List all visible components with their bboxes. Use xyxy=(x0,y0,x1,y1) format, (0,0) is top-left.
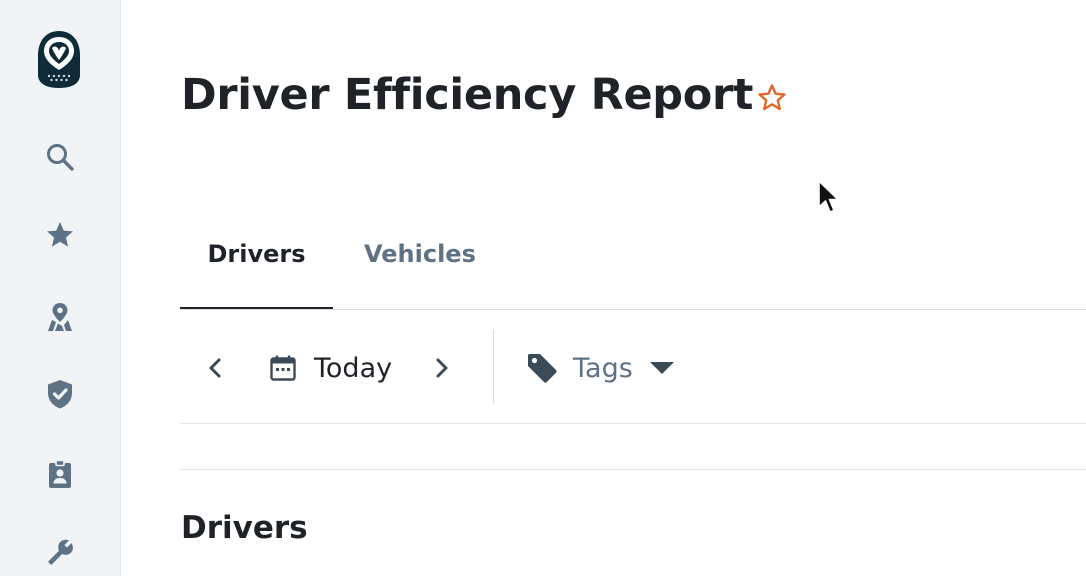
filter-toolbar: Today Tags xyxy=(180,310,1086,424)
tag-icon xyxy=(528,354,557,383)
owl-logo-icon[interactable] xyxy=(37,29,81,89)
date-picker-button[interactable]: Today xyxy=(268,348,392,388)
chevron-left-icon[interactable] xyxy=(200,352,232,384)
date-label: Today xyxy=(314,352,393,384)
id-badge-icon[interactable] xyxy=(40,454,80,494)
map-pin-icon[interactable] xyxy=(40,297,80,337)
tab-vehicles[interactable]: Vehicles xyxy=(364,238,476,309)
tab-drivers[interactable]: Drivers xyxy=(180,238,333,309)
toolbar-divider xyxy=(493,330,494,404)
tags-label: Tags xyxy=(573,352,633,384)
report-tabs: Drivers Vehicles xyxy=(180,0,1086,310)
wrench-icon[interactable] xyxy=(40,532,80,572)
shield-check-icon[interactable] xyxy=(40,374,80,414)
calendar-icon xyxy=(270,355,296,381)
section-title: Drivers xyxy=(181,510,308,546)
search-icon[interactable] xyxy=(40,137,80,177)
star-icon[interactable] xyxy=(40,215,80,255)
tags-dropdown[interactable]: Tags xyxy=(525,348,677,388)
caret-down-icon xyxy=(649,362,674,374)
sidebar xyxy=(0,0,121,576)
section-divider xyxy=(180,469,1086,470)
mouse-cursor-icon xyxy=(817,180,841,216)
chevron-right-icon[interactable] xyxy=(425,352,457,384)
